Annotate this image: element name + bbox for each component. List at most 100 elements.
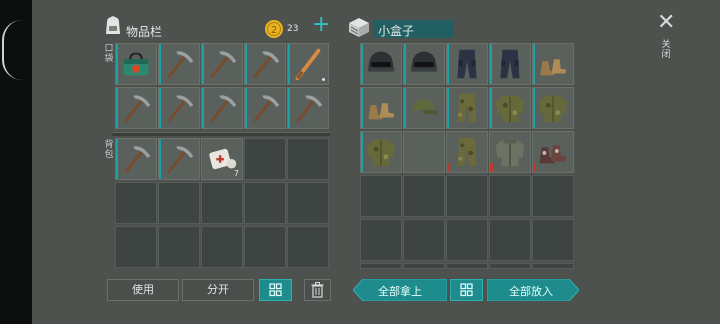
put-all-label: 全部放入 [509,285,553,298]
inventory-slot-pickaxe[interactable] [158,138,200,180]
container-slot-empty[interactable] [489,175,531,217]
grid-icon [460,283,473,297]
inventory-slot-empty[interactable] [201,182,243,224]
pickaxe-icon [210,51,237,79]
trash-button[interactable] [304,279,331,301]
inventory-slot-pickaxe[interactable] [201,87,243,129]
pickaxe-icon [253,51,280,79]
bandage-count: 7 [233,169,239,178]
military-cap-icon [412,99,439,115]
inventory-slot-empty[interactable] [244,182,286,224]
inventory-slot-baseball-bat[interactable] [287,43,329,85]
pickaxe-icon [210,95,237,123]
container-slot-camo-jacket[interactable] [532,87,574,129]
container-slot-camo-jacket[interactable] [489,87,531,129]
container-slot-empty[interactable] [532,263,574,269]
container-slot-empty[interactable] [360,263,402,269]
pickaxe-icon [124,95,151,123]
inventory-slot-empty[interactable] [115,182,157,224]
split-button[interactable]: 分开 [182,279,254,301]
inventory-slot-pickaxe[interactable] [158,87,200,129]
container-slot-empty[interactable] [403,219,445,261]
container-slot-tactical-pants[interactable] [489,43,531,85]
container-slot-tactical-pants[interactable] [446,43,488,85]
add-coins-button[interactable]: + [312,14,330,36]
pocket-label: 口袋 [104,44,114,64]
container-slot-camo-pants[interactable] [446,131,488,173]
camo-jacket-icon [495,95,525,123]
container-slot-boots[interactable] [360,87,402,129]
container-slot-empty[interactable] [532,175,574,217]
coin-icon: 2 [264,19,284,39]
jacket-icon [495,139,525,167]
inventory-slot-empty[interactable] [287,138,329,180]
container-slot-combat-boots[interactable] [532,131,574,173]
container-slot-camo-jacket[interactable] [360,131,402,173]
inventory-slot-empty[interactable] [158,182,200,224]
inventory-slot-bandage[interactable]: 7 [201,138,243,180]
container-slot-empty[interactable] [360,219,402,261]
inventory-slot-pickaxe[interactable] [244,87,286,129]
container-slot-helmet[interactable] [360,43,402,85]
container-slot-boots[interactable] [532,43,574,85]
inventory-slot-empty[interactable] [287,226,329,268]
put-all-button[interactable]: 全部放入 [487,279,579,301]
camo-pants-icon [457,137,477,167]
inventory-screen: 物品栏 2 23 + 小盒子 ✕ 关闭 口袋 背包 7 使用 分开 全部拿上 全… [32,0,720,324]
container-sort-grid-button[interactable] [450,279,483,301]
container-title-bar: 小盒子 [373,20,454,38]
container-slot-empty[interactable] [446,263,488,269]
use-button[interactable]: 使用 [107,279,179,301]
container-slot-empty[interactable] [360,175,402,217]
inventory-slot-medkit[interactable] [115,43,157,85]
backpack-label: 背包 [104,140,114,160]
close-button[interactable]: ✕ [657,12,675,34]
inventory-slot-pickaxe[interactable] [158,43,200,85]
container-slot-empty[interactable] [532,219,574,261]
pickaxe-icon [124,146,151,174]
inventory-slot-empty[interactable] [287,182,329,224]
svg-text:2: 2 [271,25,277,36]
container-slot-empty[interactable] [489,219,531,261]
camo-jacket-icon [538,95,568,123]
container-slot-jacket[interactable] [489,131,531,173]
inventory-slot-empty[interactable] [244,226,286,268]
container-slot-helmet[interactable] [403,43,445,85]
inventory-slot-pickaxe[interactable] [115,138,157,180]
box-icon [347,16,371,38]
take-all-label: 全部拿上 [378,285,422,298]
tactical-pants-icon [500,49,520,79]
inventory-slot-empty[interactable] [201,226,243,268]
coin-count: 23 [287,24,299,34]
inventory-slot-pickaxe[interactable] [287,87,329,129]
container-slot-empty[interactable] [489,263,531,269]
camo-jacket-icon [366,139,396,167]
take-all-button[interactable]: 全部拿上 [353,279,447,301]
inventory-slot-pickaxe[interactable] [201,43,243,85]
container-slot-empty[interactable] [403,131,445,173]
camo-pants-icon [457,93,477,123]
container-slot-military-cap[interactable] [403,87,445,129]
container-slot-camo-pants[interactable] [446,87,488,129]
section-divider [112,132,330,136]
boots-icon [368,103,395,120]
item-indicator [322,78,325,81]
sort-grid-button[interactable] [259,279,292,301]
backpack-icon [102,14,124,36]
pickaxe-icon [167,146,194,174]
inventory-slot-pickaxe[interactable] [115,87,157,129]
inventory-slot-empty[interactable] [115,226,157,268]
inventory-slot-empty[interactable] [158,226,200,268]
inventory-slot-empty[interactable] [244,138,286,180]
inventory-slot-pickaxe[interactable] [244,43,286,85]
container-slot-empty[interactable] [403,263,445,269]
trash-icon [311,282,324,298]
pickaxe-icon [167,51,194,79]
container-slot-empty[interactable] [446,175,488,217]
helmet-icon [410,51,438,72]
container-slot-empty[interactable] [403,175,445,217]
container-slot-empty[interactable] [446,219,488,261]
helmet-icon [367,51,395,72]
pickaxe-icon [296,95,323,123]
pickaxe-icon [167,95,194,123]
